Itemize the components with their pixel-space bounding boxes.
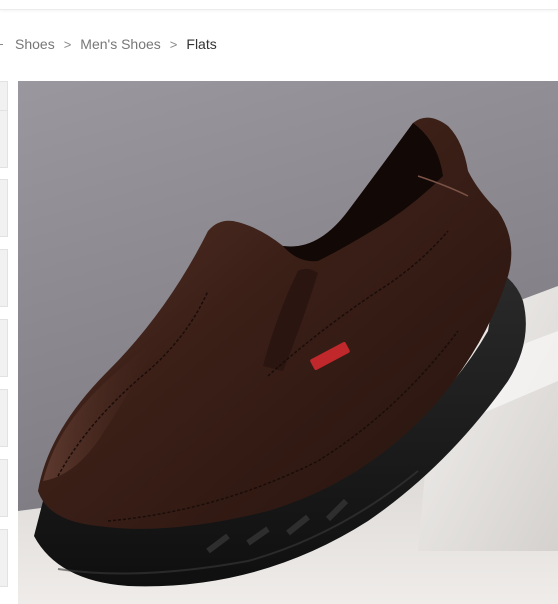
top-header-bar bbox=[0, 0, 558, 10]
breadcrumb-leading-separator bbox=[0, 43, 3, 45]
thumbnail[interactable] bbox=[0, 179, 8, 237]
breadcrumb-item-mens-shoes[interactable]: Men's Shoes bbox=[80, 36, 161, 52]
breadcrumb-separator: > bbox=[63, 36, 72, 52]
breadcrumb-item-flats: Flats bbox=[186, 36, 217, 52]
thumbnail-strip bbox=[0, 81, 8, 604]
thumbnail[interactable] bbox=[0, 459, 8, 517]
shoe-photo-icon bbox=[18, 81, 558, 604]
thumbnail[interactable] bbox=[0, 319, 8, 377]
thumbnail[interactable] bbox=[0, 249, 8, 307]
thumbnail[interactable] bbox=[0, 110, 8, 168]
breadcrumb-separator: > bbox=[169, 36, 178, 52]
thumbnail[interactable] bbox=[0, 389, 8, 447]
thumbnail[interactable] bbox=[0, 529, 8, 587]
product-main-image[interactable] bbox=[18, 81, 558, 604]
breadcrumb: Shoes > Men's Shoes > Flats bbox=[0, 34, 217, 54]
breadcrumb-item-shoes[interactable]: Shoes bbox=[15, 36, 55, 52]
